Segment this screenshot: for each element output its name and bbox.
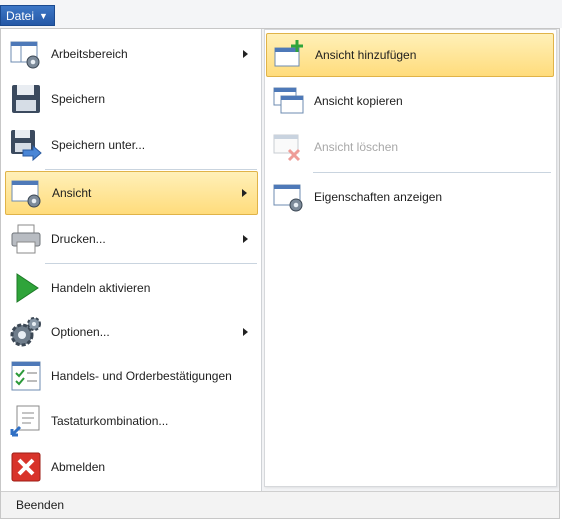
menu-item-abmelden[interactable]: Abmelden — [5, 445, 258, 489]
separator — [45, 169, 257, 170]
submenu-item-eigenschaften-anzeigen[interactable]: Eigenschaften anzeigen — [266, 175, 554, 219]
menu-item-label: Speichern unter... — [51, 138, 146, 152]
properties-gear-icon — [273, 184, 303, 212]
copy-view-icon — [273, 87, 304, 114]
menu-item-speichern-unter[interactable]: Speichern unter... — [5, 123, 258, 167]
submenu-item-ansicht-loeschen[interactable]: Ansicht löschen — [266, 125, 554, 169]
submenu-item-ansicht-hinzufuegen[interactable]: Ansicht hinzufügen — [266, 33, 554, 77]
keyboard-shortcut-icon — [10, 405, 40, 437]
menu-footer: Beenden — [1, 491, 559, 518]
dropdown-arrow-icon: ▼ — [39, 10, 48, 21]
menu-item-label: Optionen... — [51, 325, 110, 339]
delete-view-icon — [273, 134, 301, 162]
add-view-icon — [274, 40, 303, 67]
submenu-item-label: Ansicht hinzufügen — [315, 48, 417, 62]
menu-item-label: Abmelden — [51, 460, 106, 474]
submenu-item-label: Ansicht löschen — [314, 140, 399, 154]
menu-bar: Datei ▼ — [0, 0, 562, 28]
menu-item-speichern[interactable]: Speichern — [5, 77, 258, 121]
submenu-item-ansicht-kopieren[interactable]: Ansicht kopieren — [266, 79, 554, 123]
view-gear-icon — [11, 180, 41, 208]
menu-item-arbeitsbereich[interactable]: Arbeitsbereich — [5, 32, 258, 76]
menu-item-label: Tastaturkombination... — [51, 414, 169, 428]
menu-item-label: Ansicht — [52, 186, 92, 200]
menu-item-bestaetigungen[interactable]: Handels- und Orderbestätigungen — [5, 354, 258, 398]
submenu-arrow-icon — [243, 328, 248, 336]
save-disk-icon — [12, 85, 40, 113]
menu-item-label: Drucken... — [51, 232, 106, 246]
separator — [45, 263, 257, 264]
workspace-gear-icon — [10, 41, 40, 69]
datei-menu-button[interactable]: Datei ▼ — [0, 5, 55, 26]
menu-item-label: Arbeitsbereich — [51, 47, 128, 61]
submenu-arrow-icon — [243, 235, 248, 243]
menu-item-label: Handeln aktivieren — [51, 281, 151, 295]
menu-item-drucken[interactable]: Drucken... — [5, 217, 258, 261]
menu-item-optionen[interactable]: Optionen... — [5, 310, 258, 354]
checklist-icon — [11, 361, 41, 391]
submenu-panel: Ansicht hinzufügen Ansicht kopieren Ansi… — [264, 29, 557, 487]
submenu-item-label: Eigenschaften anzeigen — [314, 190, 443, 204]
submenu-arrow-icon — [243, 50, 248, 58]
menu-item-handeln-aktivieren[interactable]: Handeln aktivieren — [5, 266, 258, 310]
submenu-ansicht: Ansicht hinzufügen Ansicht kopieren Ansi… — [261, 29, 559, 491]
gears-icon — [10, 317, 41, 347]
separator — [313, 172, 551, 173]
menu-item-ansicht[interactable]: Ansicht — [5, 171, 258, 215]
menu-item-label: Speichern — [51, 92, 106, 106]
play-icon — [16, 273, 39, 303]
datei-menu-label: Datei — [6, 8, 35, 23]
menu-item-tastaturkombination[interactable]: Tastaturkombination... — [5, 399, 258, 443]
main-menu: Arbeitsbereich Speichern Speichern unter… — [1, 29, 260, 491]
submenu-item-label: Ansicht kopieren — [314, 94, 403, 108]
submenu-arrow-icon — [242, 189, 247, 197]
file-menu: Arbeitsbereich Speichern Speichern unter… — [0, 28, 560, 519]
save-as-icon — [11, 130, 42, 162]
close-x-icon — [11, 452, 41, 482]
beenden-button[interactable]: Beenden — [16, 498, 64, 512]
menu-item-label: Handels- und Orderbestätigungen — [51, 369, 232, 383]
printer-icon — [11, 224, 41, 254]
